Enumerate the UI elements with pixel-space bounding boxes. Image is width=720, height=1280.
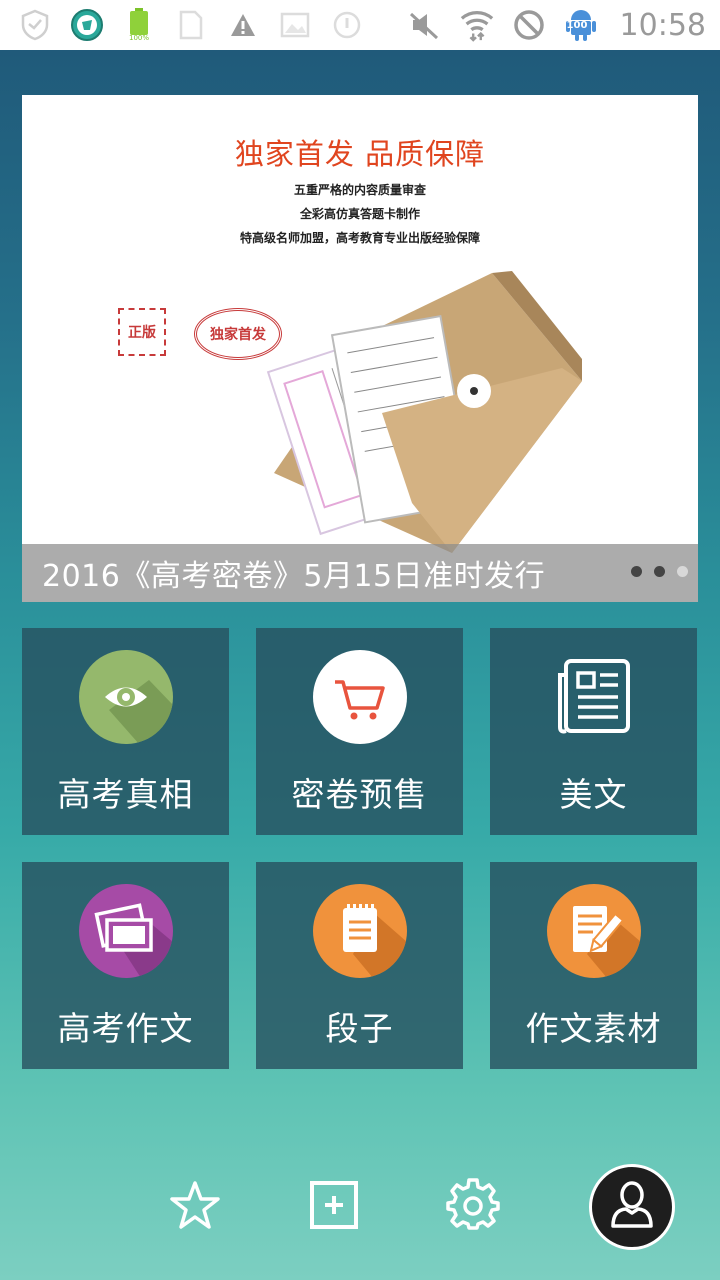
tile-label: 段子 — [325, 1009, 394, 1048]
tile-label: 美文 — [559, 775, 628, 814]
tile-jokes[interactable]: 段子 — [256, 862, 463, 1069]
status-bar-left: 100% — [18, 8, 364, 42]
envelope-illustration — [266, 271, 582, 553]
settings-icon — [446, 1178, 500, 1236]
eye-icon — [78, 650, 173, 744]
wifi-icon — [460, 8, 494, 42]
notification-badge: 100 — [566, 20, 588, 31]
promo-banner[interactable]: 独家首发 品质保障 五重严格的内容质量审查 全彩高仿真答题卡制作 特高级名师加盟… — [22, 95, 698, 602]
tile-label: 高考真相 — [57, 775, 194, 814]
tile-gaokao-composition[interactable]: 高考作文 — [22, 862, 229, 1069]
pencil-doc-icon — [546, 884, 641, 978]
tile-composition-material[interactable]: 作文素材 — [490, 862, 697, 1069]
status-bar: 100% 100 10:58 — [0, 0, 720, 50]
add-button[interactable] — [299, 1172, 369, 1242]
cart-icon — [312, 650, 407, 744]
battery-icon: 100% — [122, 8, 156, 42]
tile-essays[interactable]: 美文 — [490, 628, 697, 835]
favorites-button[interactable] — [160, 1172, 230, 1242]
android-icon: 100 — [564, 8, 598, 42]
tile-label: 作文素材 — [525, 1009, 662, 1048]
profile-button[interactable] — [589, 1164, 675, 1250]
add-icon — [309, 1180, 359, 1234]
tile-label: 密卷预售 — [291, 775, 428, 814]
battery-label: 100% — [128, 34, 149, 42]
star-icon — [169, 1180, 221, 1234]
tile-gaokao-truth[interactable]: 高考真相 — [22, 628, 229, 835]
file-icon — [174, 8, 208, 42]
profile-icon — [609, 1180, 655, 1234]
carousel-dot[interactable] — [677, 566, 688, 577]
status-bar-right: 100 10:58 — [408, 8, 706, 43]
shield-outline-icon — [18, 8, 52, 42]
banner-headline: 独家首发 品质保障 — [234, 137, 486, 171]
banner-line-1: 五重严格的内容质量审查 — [293, 183, 426, 197]
notepad-icon — [312, 884, 407, 978]
banner-caption: 2016《高考密卷》5月15日准时发行 — [42, 559, 546, 594]
stamp-genuine: 正版 — [118, 308, 166, 356]
carousel-indicators — [631, 566, 688, 577]
image-icon — [278, 8, 312, 42]
carousel-dot[interactable] — [631, 566, 642, 577]
status-time: 10:58 — [619, 7, 706, 43]
tile-label: 高考作文 — [57, 1009, 194, 1048]
mute-icon — [408, 8, 442, 42]
carousel-dot[interactable] — [654, 566, 665, 577]
banner-line-3: 特高级名师加盟，高考教育专业出版经验保障 — [239, 231, 480, 245]
banner-line-2: 全彩高仿真答题卡制作 — [299, 207, 420, 221]
circle-icon — [330, 8, 364, 42]
newspaper-icon — [547, 650, 641, 744]
banner-caption-bar: 2016《高考密卷》5月15日准时发行 — [22, 544, 698, 602]
no-signal-icon — [512, 8, 546, 42]
cards-icon — [78, 884, 173, 978]
warning-icon — [226, 8, 260, 42]
tile-exam-presale[interactable]: 密卷预售 — [256, 628, 463, 835]
settings-button[interactable] — [438, 1172, 508, 1242]
security-app-icon — [70, 8, 104, 42]
